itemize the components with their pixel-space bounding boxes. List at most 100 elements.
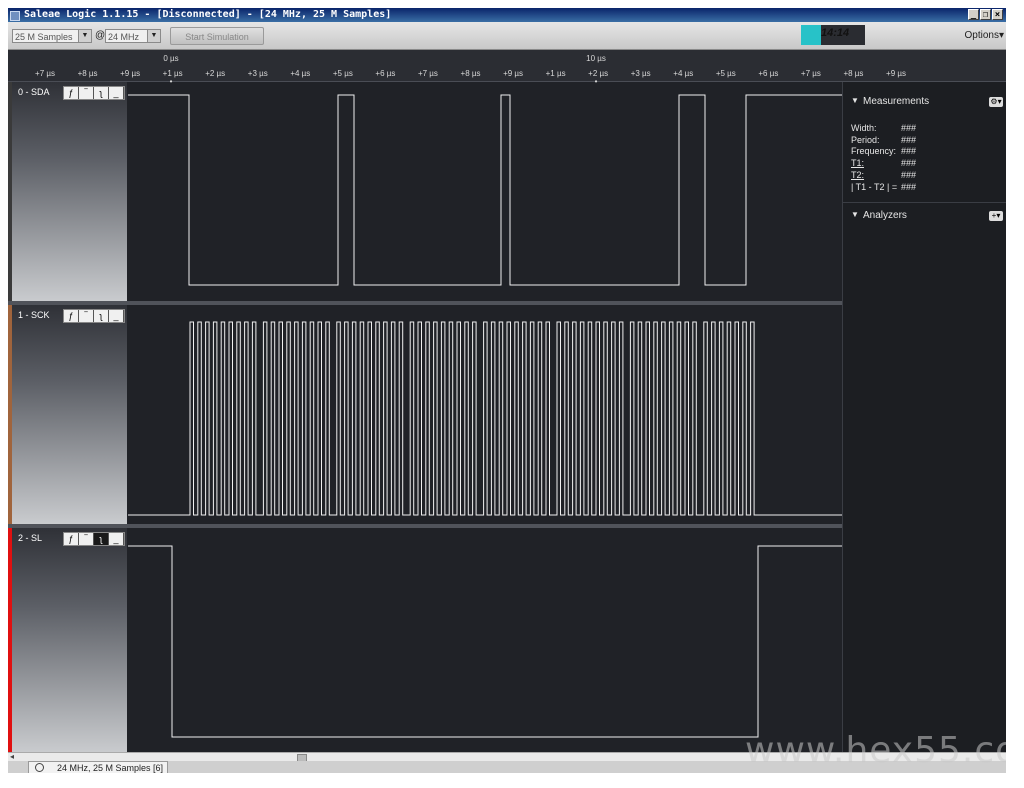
low-level-icon[interactable]: _ — [109, 533, 124, 545]
channel-color-stripe — [8, 528, 12, 752]
falling-edge-icon[interactable]: ʅ — [94, 310, 109, 322]
rising-edge-icon[interactable]: ƒ — [64, 87, 79, 99]
measurement-value: ### — [901, 158, 917, 169]
analyzers-header[interactable]: ▼ Analyzers +▾ — [843, 207, 1006, 225]
watermark: www.hex55.com — [745, 730, 1006, 771]
window-title: Saleae Logic 1.1.15 - [Disconnected] - [… — [24, 9, 392, 20]
low-level-icon[interactable]: _ — [109, 310, 124, 322]
measurement-value: ### — [901, 134, 917, 145]
channel-color-stripe — [8, 82, 12, 301]
channel-sck: 1 - SCK ƒ ‾ ʅ _ — [8, 305, 842, 524]
channel-name: 1 - SCK — [18, 310, 50, 320]
ruler-tick-label: +7 µs — [800, 69, 821, 78]
measurement-value: ### — [901, 181, 917, 192]
measurement-label: Period: — [851, 134, 880, 145]
channel-label-panel[interactable]: 2 - SL ƒ ‾ ʅ _ — [8, 528, 127, 752]
ruler-tick-label: +1 µs — [545, 69, 566, 78]
ruler-tick-label: +9 µs — [503, 69, 524, 78]
ruler-major-label: 10 µs — [586, 54, 606, 63]
ruler-tick-label: +8 µs — [460, 69, 481, 78]
ruler-tick-label: +8 µs — [77, 69, 98, 78]
channel-name: 2 - SL — [18, 533, 43, 543]
ruler-tick-label: +8 µs — [843, 69, 864, 78]
search-icon[interactable] — [35, 763, 44, 772]
ruler-tick-label: +7 µs — [35, 69, 55, 78]
gear-icon[interactable]: ⚙▾ — [989, 97, 1003, 107]
sck-waveform[interactable] — [128, 305, 842, 524]
measurement-row: T1: ### — [851, 158, 916, 168]
measurement-label: Frequency: — [851, 146, 897, 157]
ruler-tick-label: +5 µs — [715, 69, 736, 78]
measurement-row: Period: ### — [851, 134, 916, 145]
minimize-button[interactable]: _ — [968, 9, 979, 20]
ruler-tick-label: +6 µs — [758, 69, 779, 78]
close-button[interactable]: × — [992, 9, 1003, 20]
at-label: @ — [95, 30, 106, 41]
chevron-down-icon[interactable]: ▼ — [78, 30, 91, 42]
title-bar: Saleae Logic 1.1.15 - [Disconnected] - [… — [8, 8, 1006, 22]
clock-time: 14:14 — [821, 27, 850, 39]
start-simulation-button[interactable]: Start Simulation — [170, 27, 264, 45]
falling-edge-icon[interactable]: ʅ — [94, 533, 109, 545]
measurement-label: Width: — [851, 123, 877, 133]
chevron-down-icon[interactable]: ▼ — [147, 30, 160, 42]
ruler-tick-label: +3 µs — [630, 69, 651, 78]
channel-label-panel[interactable]: 1 - SCK ƒ ‾ ʅ _ — [8, 305, 127, 524]
app-icon[interactable] — [10, 11, 20, 21]
ruler-tick-label: +6 µs — [375, 69, 396, 78]
options-menu[interactable]: Options▾ — [965, 30, 1004, 41]
falling-edge-icon[interactable]: ʅ — [94, 87, 109, 99]
rate-value: 24 MHz — [108, 32, 140, 42]
channel-label-panel[interactable]: 0 - SDA ƒ ‾ ʅ _ — [8, 82, 127, 301]
measurement-value: ### — [901, 169, 917, 180]
collapse-triangle-icon[interactable]: ▼ — [851, 210, 859, 219]
ruler-tick-label: +7 µs — [417, 69, 438, 78]
collapse-triangle-icon[interactable]: ▼ — [851, 96, 859, 105]
rising-edge-icon[interactable]: ƒ — [64, 533, 79, 545]
measurement-label[interactable]: T2: — [851, 170, 864, 180]
channel-name: 0 - SDA — [18, 87, 50, 97]
ruler-major-label: 0 µs — [163, 54, 179, 63]
sl-waveform[interactable] — [128, 528, 842, 752]
rate-select[interactable]: 24 MHz ▼ — [105, 29, 161, 43]
analyzers-title: Analyzers — [863, 210, 907, 221]
measurements-header[interactable]: ▼ Measurements ⚙▾ — [843, 93, 1006, 111]
measurement-row: Frequency: ### — [851, 146, 916, 157]
channel-color-stripe — [8, 305, 12, 524]
app-window: Saleae Logic 1.1.15 - [Disconnected] - [… — [8, 8, 1006, 773]
high-level-icon[interactable]: ‾ — [79, 87, 94, 99]
panel-divider — [843, 202, 1006, 203]
ruler-tick-label: +9 µs — [120, 69, 141, 78]
measurement-label[interactable]: T1: — [851, 158, 864, 168]
channel-sl: 2 - SL ƒ ‾ ʅ _ — [8, 528, 842, 752]
clock-indicator — [801, 25, 821, 45]
scroll-left-icon[interactable]: ◂ — [10, 752, 14, 761]
measurement-value: ### — [901, 123, 917, 133]
ruler-tick-label: +9 µs — [886, 69, 906, 78]
ruler-tick-label: +2 µs — [205, 69, 226, 78]
ruler-tick-label: +3 µs — [247, 69, 268, 78]
low-level-icon[interactable]: _ — [109, 87, 124, 99]
high-level-icon[interactable]: ‾ — [79, 533, 94, 545]
measurement-label: | T1 - T2 | = — [851, 181, 898, 192]
session-tab-label: 24 MHz, 25 M Samples [6] — [57, 763, 164, 773]
trigger-buttons: ƒ ‾ ʅ _ — [63, 309, 125, 323]
measurement-row: T2: ### — [851, 170, 916, 180]
side-panel: ▼ Measurements ⚙▾ Width: ### Period: ### Fre… — [842, 82, 1006, 752]
ruler-tick-label: +4 µs — [290, 69, 311, 78]
sda-waveform[interactable] — [128, 82, 842, 301]
session-tab[interactable]: 24 MHz, 25 M Samples [6] — [28, 761, 169, 773]
samples-value: 25 M Samples — [15, 32, 73, 42]
time-ruler[interactable]: 0 µs 10 µs +7 µs +8 µs +9 µs +1 µs +2 µs +3 µ… — [8, 50, 1006, 86]
ruler-tick-label: +4 µs — [673, 69, 694, 78]
ruler-tick-label: +5 µs — [332, 69, 353, 78]
measurements-title: Measurements — [863, 96, 930, 107]
clock-widget: 14:14 — [801, 25, 865, 45]
ruler-tick-label: +2 µs — [588, 69, 609, 78]
rising-edge-icon[interactable]: ƒ — [64, 310, 79, 322]
restore-button[interactable]: ❐ — [980, 9, 991, 20]
high-level-icon[interactable]: ‾ — [79, 310, 94, 322]
samples-select[interactable]: 25 M Samples ▼ — [12, 29, 92, 43]
channel-sda: 0 - SDA ƒ ‾ ʅ _ — [8, 82, 842, 301]
add-analyzer-button[interactable]: +▾ — [989, 211, 1003, 221]
